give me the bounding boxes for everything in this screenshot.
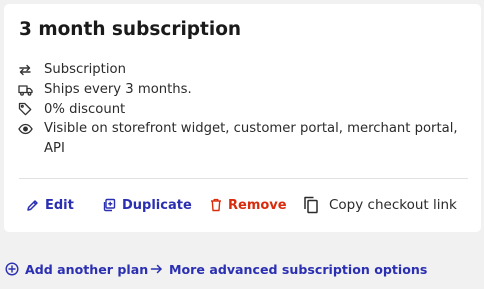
add-plan-label: Add another plan [25,261,149,277]
detail-text: Subscription [44,62,126,77]
divider [19,178,468,179]
plan-title: 3 month subscription [19,19,242,40]
tag-icon [18,100,34,120]
remove-label: Remove [228,197,287,213]
arrow-right-icon [150,263,163,275]
copy-icon [303,196,319,214]
detail-text: Ships every 3 months. [44,81,192,97]
remove-button[interactable]: Remove [210,193,287,217]
plan-actions: Edit Duplicate Remove Copy checkout link [4,193,481,217]
detail-type: Subscription [18,60,458,80]
add-another-plan-link[interactable]: Add another plan [5,258,148,280]
detail-shipping: Ships every 3 months. [18,80,458,100]
eye-icon [18,119,34,139]
duplicate-label: Duplicate [122,197,192,213]
repeat-icon [18,60,34,80]
footer-links: Add another plan More advanced subscript… [0,258,484,280]
edit-label: Edit [45,197,74,213]
detail-visibility: Visible on storefront widget, customer p… [18,119,458,159]
duplicate-button[interactable]: Duplicate [102,193,192,217]
edit-button[interactable]: Edit [26,193,74,217]
detail-text: Visible on storefront widget, customer p… [44,121,458,157]
advanced-label: More advanced subscription options [169,261,428,277]
advanced-options-link[interactable]: More advanced subscription options [150,258,427,280]
pencil-icon [26,199,39,212]
detail-text: 0% discount [44,101,126,117]
plus-circle-icon [5,262,19,276]
copy-label: Copy checkout link [329,197,457,213]
copy-checkout-link-button[interactable]: Copy checkout link [303,193,457,217]
detail-discount: 0% discount [18,100,458,120]
plan-details: Subscription Ships every 3 months. 0% di… [18,60,458,159]
truck-icon [18,80,34,100]
page: 3 month subscription Subscription Ships … [0,0,484,289]
plan-card: 3 month subscription Subscription Ships … [4,4,481,232]
trash-icon [210,198,222,212]
duplicate-icon [102,198,116,212]
